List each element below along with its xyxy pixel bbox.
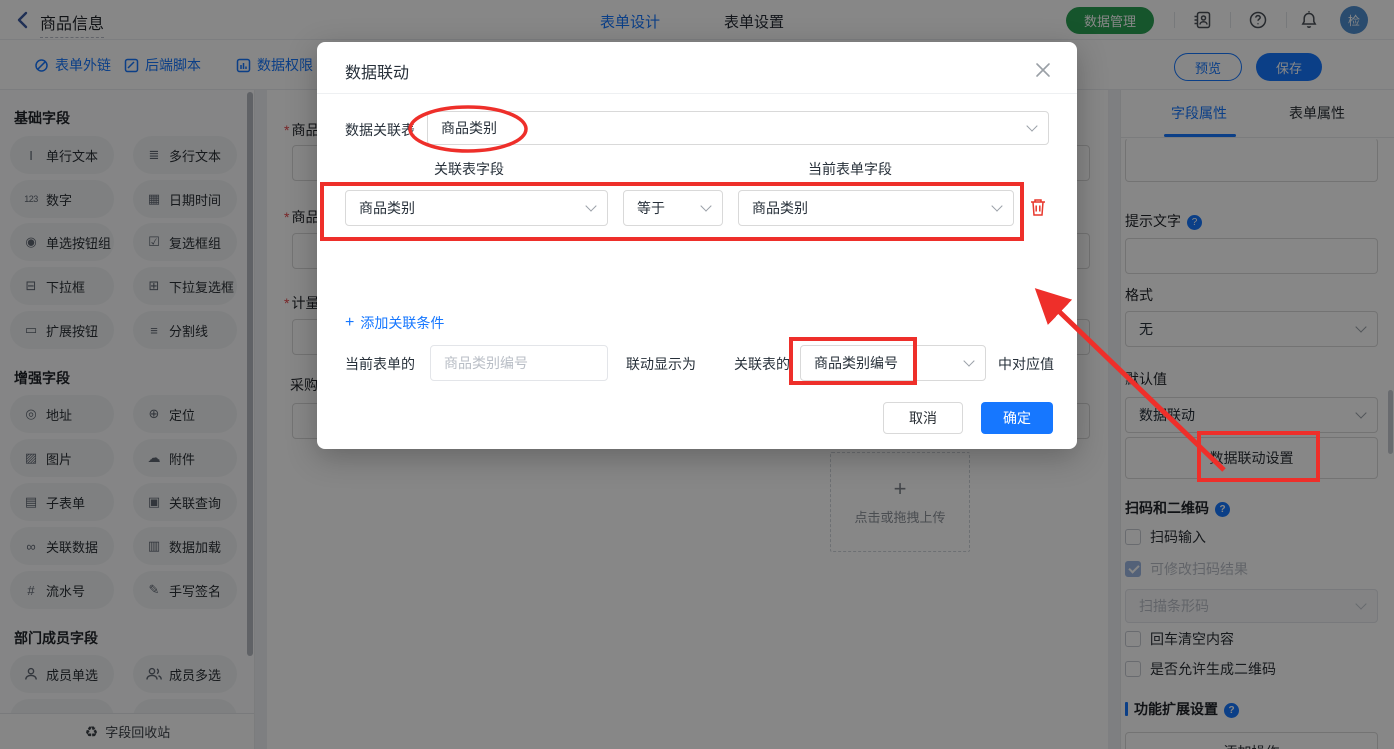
current-field-input: 商品类别编号 [430,345,608,381]
chevron-down-icon [585,200,597,212]
cancel-button[interactable]: 取消 [883,402,963,434]
condition-operator-select[interactable]: 等于 [623,190,723,226]
link-table-prefix: 关联表的 [734,356,790,372]
add-condition-link[interactable]: + 添加关联条件 [345,313,444,333]
plus-icon: + [345,314,355,331]
close-icon[interactable] [1031,58,1055,82]
chevron-down-icon [991,200,1003,212]
current-form-prefix: 当前表单的 [345,356,415,372]
column-header-current-field: 当前表单字段 [808,161,892,177]
link-table-select[interactable]: 商品类别 [427,111,1049,145]
chevron-down-icon [700,200,712,212]
data-linkage-modal: 数据联动 数据关联表 商品类别 关联表字段 当前表单字段 商品类别 等于 商品类… [317,42,1077,449]
corresponding-value-label: 中对应值 [998,356,1054,372]
modal-title: 数据联动 [345,65,410,82]
condition-link-field-select[interactable]: 商品类别 [345,190,608,226]
condition-current-field-select[interactable]: 商品类别 [738,190,1014,226]
link-table-label: 数据关联表 [345,122,415,138]
display-field-select[interactable]: 商品类别编号 [800,345,986,381]
app-root: 商品信息 表单设计 表单设置 数据管理 检 表单外链 后端脚本 数据权限 预览 … [0,0,1394,749]
chevron-down-icon [963,355,975,367]
trash-icon[interactable] [1029,197,1047,222]
chevron-down-icon [1026,120,1038,132]
column-header-link-field: 关联表字段 [434,161,504,177]
divider [317,93,1077,94]
confirm-button[interactable]: 确定 [981,402,1053,434]
linkage-display-as-label: 联动显示为 [626,356,696,372]
